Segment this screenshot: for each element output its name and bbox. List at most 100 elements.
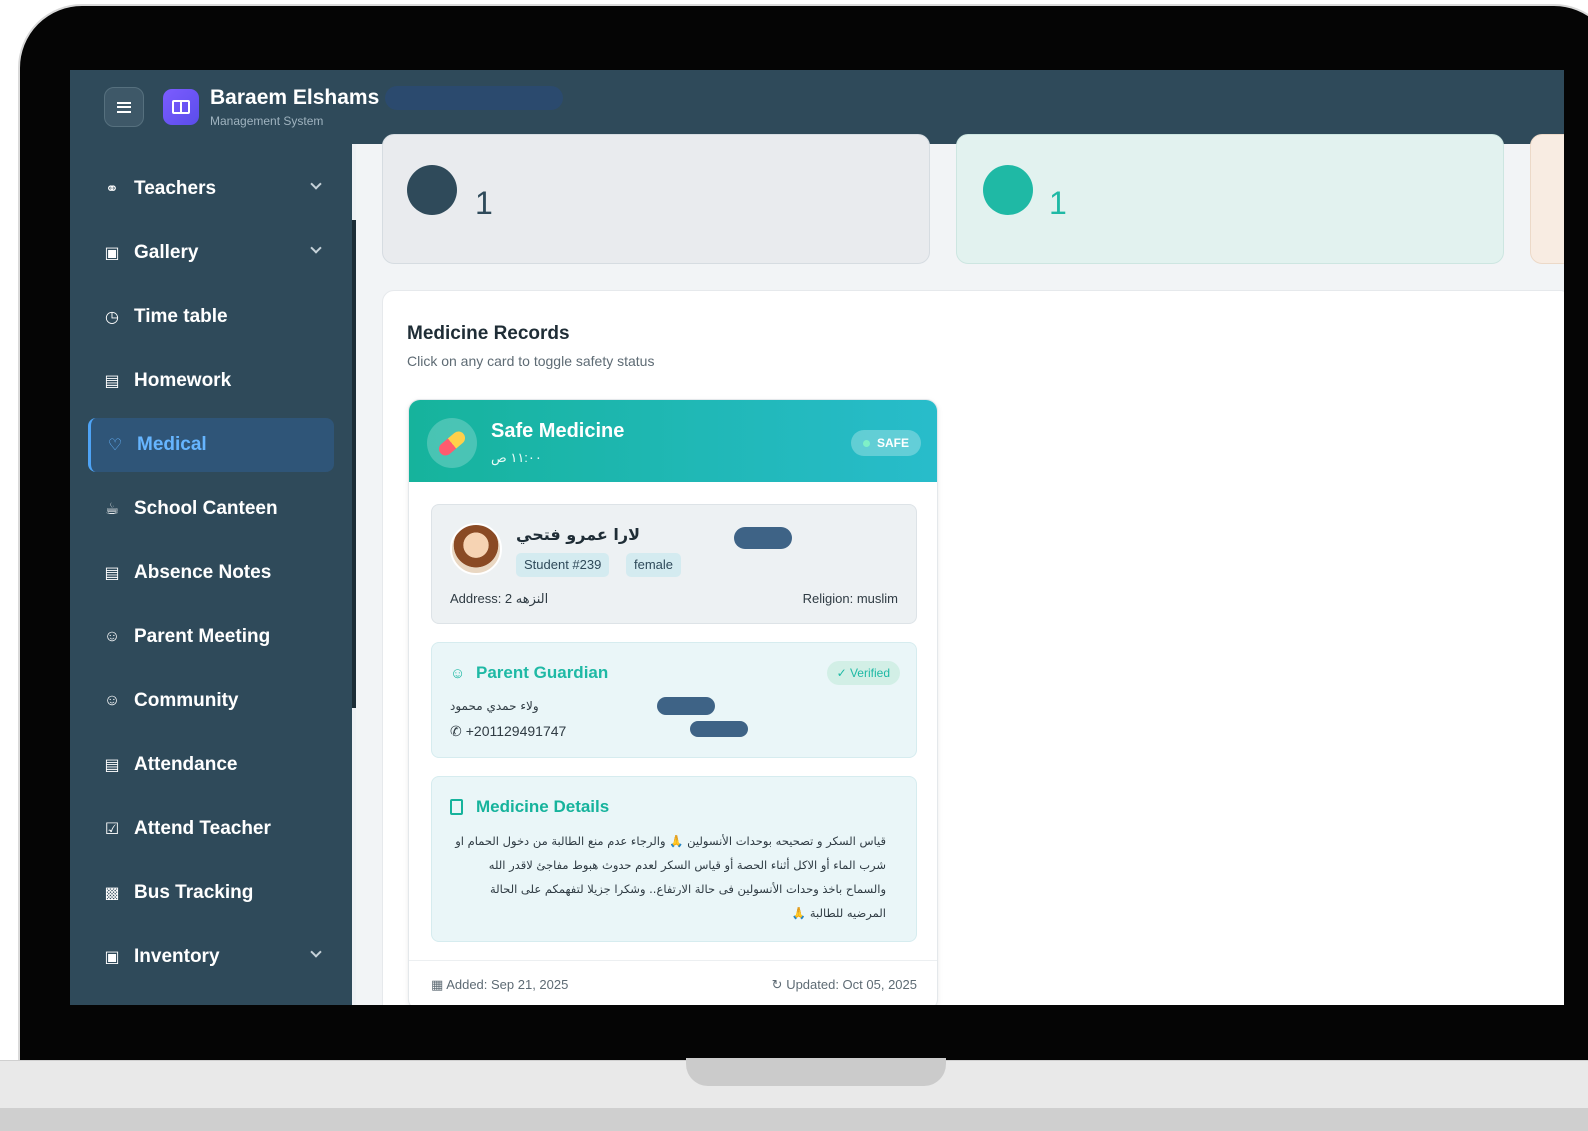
guardian-title: Parent Guardian [476,663,609,682]
chevron-down-icon [310,242,322,254]
brand-logo [163,89,199,125]
guardian-phone[interactable]: ✆ +201129491747 [450,723,566,740]
check-circle-icon: ✓ [836,666,850,680]
hamburger-icon [117,101,131,113]
refresh-icon: ↻ [771,977,787,992]
document-icon: ▤ [104,565,120,582]
stat-icon [407,165,457,215]
sidebar-item-label: Homework [134,370,232,391]
guardian-name: ولاء حمدي محمود [450,699,539,713]
sidebar-item-label: Teachers [134,178,217,199]
card-footer: ▦ Added: Sep 21, 2025 ↻ Updated: Oct 05,… [409,960,937,1005]
sidebar-item-label: Community [134,690,239,711]
medicine-card-header: Safe Medicine ١١:٠٠ ص SAFE [409,400,937,482]
stat-value: 1 [475,185,493,221]
added-label: Added: Sep 21, 2025 [446,977,569,992]
sidebar-item-attend-teacher[interactable]: ☑ Attend Teacher [88,802,334,856]
clock-icon: ◷ [105,309,119,326]
sidebar-item-parent-meeting[interactable]: ☺ Parent Meeting [88,610,334,664]
updated-label: Updated: Oct 05, 2025 [786,977,917,992]
sidebar-item-school-canteen[interactable]: ☕ School Canteen [88,482,334,536]
box-icon: ▣ [104,949,120,966]
sidebar-item-label: Gallery [134,242,199,263]
clipboard-check-icon: ☑ [104,821,120,838]
student-id-tag: Student #239 [516,553,610,577]
clipboard-icon: ▤ [104,373,120,390]
user-icon: ⚭ [105,181,119,198]
sidebar-item-label: Parent Meeting [134,626,271,647]
document-icon [450,799,463,815]
sidebar: ⚭ Teachers ▣ Gallery ◷ Time table ▤ Home… [70,144,352,1005]
sidebar-item-label: Medical [137,434,207,455]
details-title: Medicine Details [476,797,610,816]
sidebar-item-label: Inventory [134,946,220,967]
verified-label: Verified [849,666,890,680]
avatar [450,523,502,575]
group-icon: ☺ [450,665,466,682]
chevron-down-icon [310,178,322,190]
student-religion: Religion: muslim [802,591,898,606]
sidebar-item-label: Absence Notes [134,562,272,583]
medicine-time: ١١:٠٠ ص [491,450,542,465]
sidebar-item-attendance[interactable]: ▤ Attendance [88,738,334,792]
phone-icon: ✆ [450,723,462,739]
verified-badge: ✓ Verified [826,661,900,685]
phone-number: +201129491747 [465,723,567,739]
sidebar-item-label: Attendance [134,754,238,775]
menu-button[interactable] [104,87,144,127]
stat-icon [983,165,1033,215]
sidebar-item-homework[interactable]: ▤ Homework [88,354,334,408]
status-label: SAFE [876,436,909,450]
group-icon: ☺ [103,628,121,645]
pill-icon [427,418,477,468]
guardian-info: ☺ Parent Guardian ✓ Verified ولاء حمدي م… [431,642,917,758]
stat-card[interactable] [1530,134,1564,264]
heart-icon: ♡ [107,437,123,454]
app-title: Baraem Elshams [210,86,380,109]
calendar-icon: ▦ [431,977,447,992]
added-date: ▦ Added: Sep 21, 2025 [431,977,568,993]
sidebar-item-teachers[interactable]: ⚭ Teachers [88,162,334,216]
main-content: 1 1 Medicine Records Click on any card t… [356,134,1564,1005]
bus-icon: ▩ [104,885,120,902]
medicine-details: Medicine Details قياس السكر و تصحيحه بوح… [431,776,917,942]
section-title: Medicine Records [407,323,570,344]
sidebar-item-inventory[interactable]: ▣ Inventory [88,930,334,984]
redaction-mark [657,697,715,715]
screen: Baraem Elshams Management System ⚭ Teach… [70,70,1564,1005]
sidebar-item-label: Attend Teacher [134,818,271,839]
redaction-mark [690,721,748,737]
stat-card[interactable]: 1 [956,134,1504,264]
sidebar-item-community[interactable]: ☺ Community [88,674,334,728]
image-icon: ▣ [104,245,120,262]
book-icon [172,100,190,114]
status-badge[interactable]: SAFE [850,430,921,456]
top-bar: Baraem Elshams Management System [70,70,1564,144]
status-dot-icon [862,440,870,447]
section-subtitle: Click on any card to toggle safety statu… [407,353,655,369]
medicine-records-panel: Medicine Records Click on any card to to… [382,290,1564,1005]
sidebar-item-bus-tracking[interactable]: ▩ Bus Tracking [88,866,334,920]
laptop-base-edge [0,1108,1588,1131]
app-subtitle: Management System [210,114,324,128]
sidebar-item-medical[interactable]: ♡ Medical [88,418,334,472]
laptop-notch [686,1058,946,1086]
redaction-mark [734,527,792,549]
sidebar-item-label: School Canteen [134,498,278,519]
sidebar-item-time-table[interactable]: ◷ Time table [88,290,334,344]
sidebar-item-gallery[interactable]: ▣ Gallery [88,226,334,280]
redaction-mark [385,86,563,110]
sidebar-item-label: Time table [134,306,228,327]
cup-icon: ☕ [104,501,120,518]
student-info: لارا عمرو فتحي Student #239 female Addre… [431,504,917,624]
medicine-name: Safe Medicine [491,420,625,442]
group-icon: ☺ [103,692,121,709]
chevron-down-icon [310,946,322,958]
gender-tag: female [626,553,682,577]
sidebar-item-absence-notes[interactable]: ▤ Absence Notes [88,546,334,600]
clipboard-icon: ▤ [104,757,120,774]
medicine-card[interactable]: Safe Medicine ١١:٠٠ ص SAFE لارا عمرو فتح… [408,399,938,1005]
student-name: لارا عمرو فتحي [516,525,641,544]
stat-card[interactable]: 1 [382,134,930,264]
details-text: قياس السكر و تصحيحه بوحدات الأنسولين 🙏 و… [455,834,886,920]
